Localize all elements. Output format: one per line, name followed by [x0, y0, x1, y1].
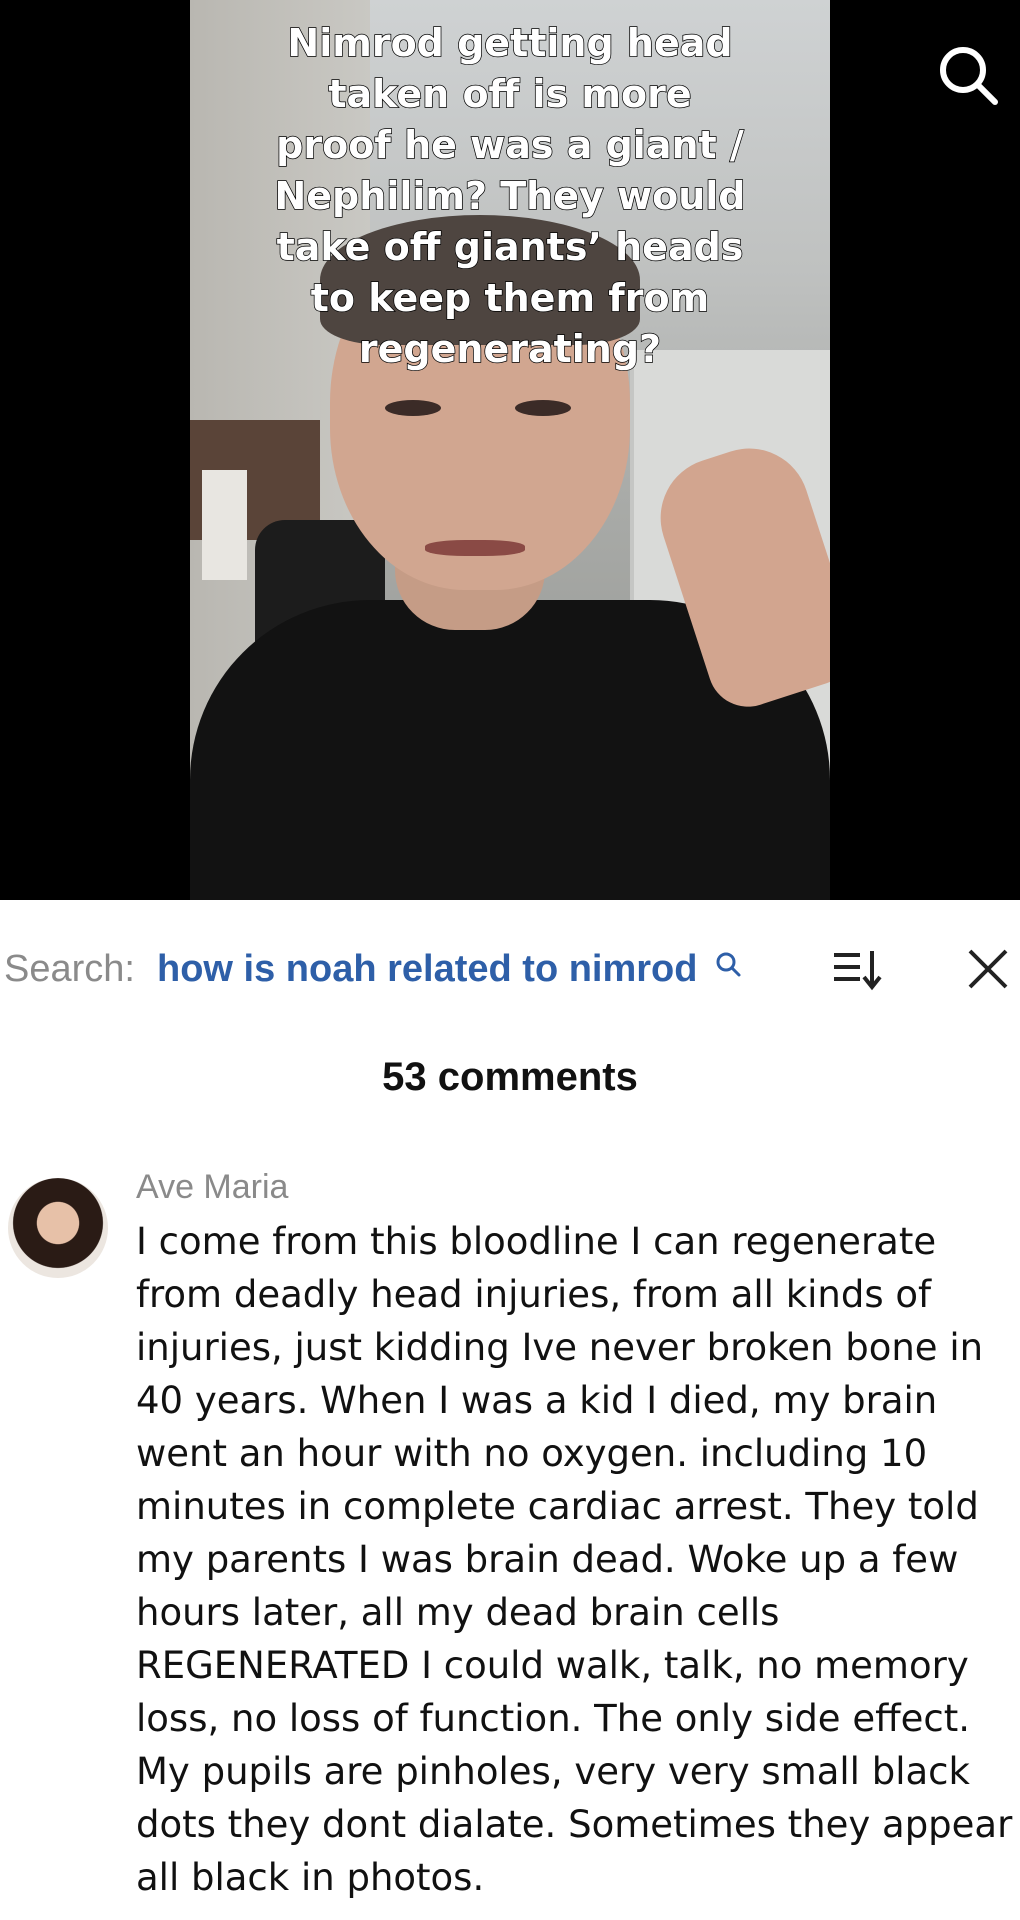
video-caption: Nimrod getting head taken off is more pr… [274, 20, 747, 372]
comment-text: I come from this bloodline I can regener… [136, 1220, 1013, 1899]
search-icon[interactable] [714, 950, 742, 978]
search-label: Search: [4, 948, 135, 990]
comment-author[interactable]: Ave Maria [136, 1168, 288, 1207]
video-person-eye [385, 400, 441, 416]
search-icon[interactable] [935, 42, 1001, 108]
video-person-mouth [425, 540, 525, 556]
sort-icon[interactable] [832, 945, 884, 993]
close-icon[interactable] [964, 945, 1012, 993]
video-player[interactable]: Nimrod getting head taken off is more pr… [0, 0, 1020, 900]
avatar[interactable] [8, 1178, 108, 1278]
video-cabinet-inner [202, 470, 247, 580]
comment-count: 53 comments [382, 1055, 638, 1099]
search-query-link[interactable]: how is noah related to nimrod [157, 948, 697, 991]
video-person-eye [515, 400, 571, 416]
